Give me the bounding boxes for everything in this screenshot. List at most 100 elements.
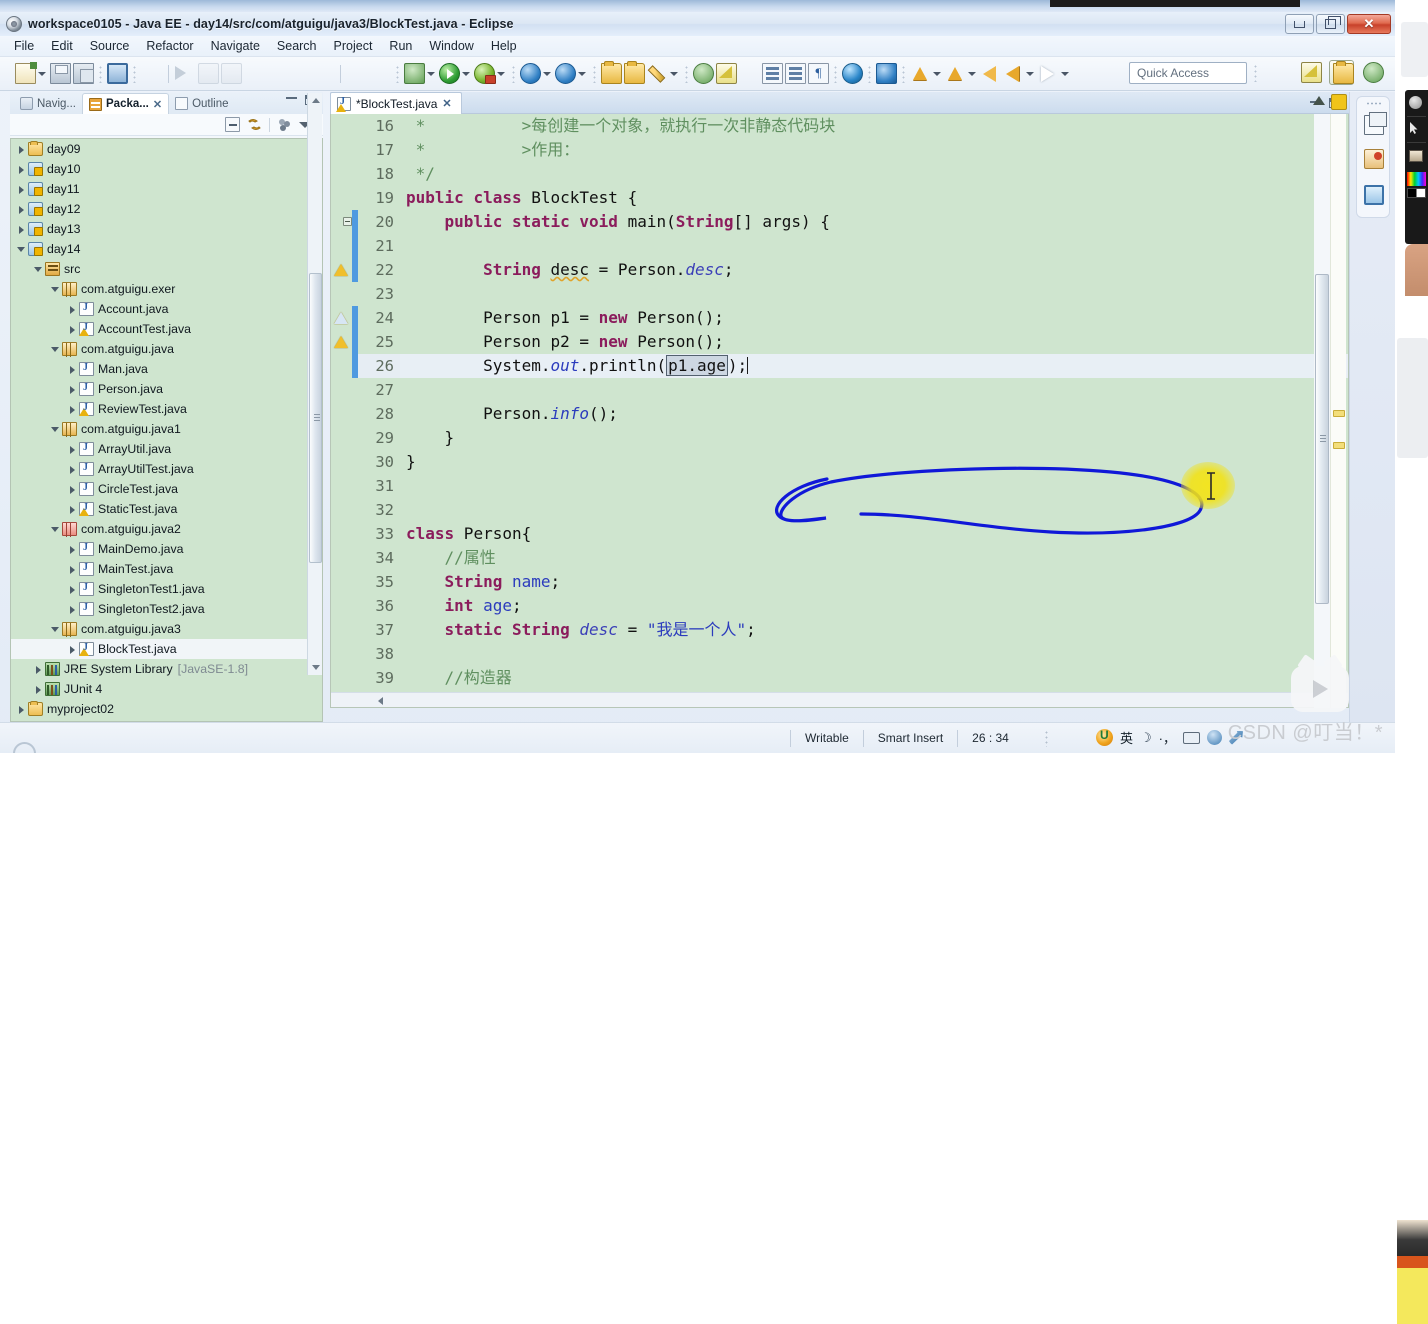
- tree-item-maindemo-java[interactable]: MainDemo.java: [11, 539, 322, 559]
- external-tools-icon[interactable]: [404, 63, 425, 84]
- terminate-icon[interactable]: [221, 63, 242, 84]
- tree-item-maintest-java[interactable]: MainTest.java: [11, 559, 322, 579]
- code-line[interactable]: [400, 234, 1348, 258]
- annotation-toolbar[interactable]: [1405, 90, 1428, 244]
- code-line[interactable]: public static void main(String[] args) {: [400, 210, 1348, 234]
- project-tree[interactable]: day09 day10 day11 day12 day13 day14 src com.atg…: [10, 138, 323, 722]
- last-edit-dropdown-icon[interactable]: [932, 63, 941, 84]
- tree-item-com-atguigu-java[interactable]: com.atguigu.java: [11, 339, 322, 359]
- tab-outline[interactable]: Outline: [169, 93, 234, 114]
- code-line[interactable]: String name;: [400, 570, 1348, 594]
- ime-moon-icon[interactable]: ☽: [1140, 730, 1152, 746]
- annotation-icon[interactable]: [716, 63, 737, 84]
- search-icon[interactable]: [555, 63, 576, 84]
- save-all-icon[interactable]: [73, 63, 94, 84]
- scroll-up-icon[interactable]: [308, 93, 323, 107]
- toggle-markers-icon[interactable]: ¶: [808, 63, 829, 84]
- open-perspective-button[interactable]: [1298, 60, 1323, 85]
- chevron-right-icon[interactable]: [66, 363, 79, 376]
- open-folder-icon[interactable]: [624, 61, 645, 84]
- chevron-down-icon[interactable]: [15, 243, 28, 256]
- overview-ruler[interactable]: [1330, 114, 1346, 708]
- warning-marker[interactable]: [1333, 410, 1345, 417]
- chevron-right-icon[interactable]: [15, 223, 28, 236]
- chevron-right-icon[interactable]: [66, 543, 79, 556]
- scrollbar-thumb[interactable]: [309, 273, 322, 563]
- menu-file[interactable]: File: [14, 39, 34, 53]
- new-java-class-icon[interactable]: [370, 63, 391, 84]
- chevron-right-icon[interactable]: [66, 323, 79, 336]
- forward-icon[interactable]: [1038, 63, 1059, 84]
- brush-icon[interactable]: [1409, 96, 1422, 109]
- minimize-view-icon[interactable]: [286, 97, 297, 99]
- new-wizard-dropdown-icon[interactable]: [37, 63, 46, 84]
- toolbar-handle[interactable]: [396, 64, 399, 83]
- code-line[interactable]: [400, 642, 1348, 666]
- tree-item-arrayutil-java[interactable]: ArrayUtil.java: [11, 439, 322, 459]
- java-ee-perspective-button[interactable]: [1329, 60, 1354, 85]
- tree-item-person-java[interactable]: Person.java: [11, 379, 322, 399]
- debug-dropdown-icon[interactable]: [496, 63, 505, 84]
- toolbar-handle[interactable]: [1254, 64, 1257, 82]
- debug-perspective-button[interactable]: [1360, 60, 1385, 85]
- code-line[interactable]: //构造器: [400, 666, 1348, 690]
- chevron-right-icon[interactable]: [66, 463, 79, 476]
- coverage-dropdown-icon[interactable]: [542, 63, 551, 84]
- chevron-right-icon[interactable]: [66, 563, 79, 576]
- code-line[interactable]: class Person{: [400, 522, 1348, 546]
- tree-item-day14[interactable]: day14: [11, 239, 322, 259]
- toolbar-handle[interactable]: [902, 64, 905, 83]
- tree-item-arrayutiltest-java[interactable]: ArrayUtilTest.java: [11, 459, 322, 479]
- export-icon[interactable]: [876, 63, 897, 84]
- chevron-down-icon[interactable]: [32, 263, 45, 276]
- status-handle[interactable]: [1044, 729, 1048, 747]
- shape-tool-icon[interactable]: [1409, 150, 1423, 162]
- tree-item-reviewtest-java[interactable]: ReviewTest.java: [11, 399, 322, 419]
- chevron-down-icon[interactable]: [49, 343, 62, 356]
- chevron-right-icon[interactable]: [15, 703, 28, 716]
- tree-item-myproject02[interactable]: myproject02: [11, 699, 322, 719]
- menu-run[interactable]: Run: [389, 39, 412, 53]
- menu-refactor[interactable]: Refactor: [146, 39, 193, 53]
- tree-item-day13[interactable]: day13: [11, 219, 322, 239]
- tree-item-com-atguigu-java3[interactable]: com.atguigu.java3: [11, 619, 322, 639]
- menu-help[interactable]: Help: [491, 39, 517, 53]
- step-into-icon[interactable]: [244, 63, 265, 84]
- code-line[interactable]: System.out.println(p1.age);: [400, 354, 1348, 378]
- warning-marker-icon[interactable]: [333, 335, 348, 349]
- drop-to-frame-icon[interactable]: [313, 63, 334, 84]
- back-dropdown-icon[interactable]: [1025, 63, 1034, 84]
- new-wizard-icon[interactable]: [15, 62, 37, 84]
- tab-navigator[interactable]: Navig...: [14, 93, 82, 114]
- code-line[interactable]: }: [400, 426, 1348, 450]
- chevron-down-icon[interactable]: [49, 523, 62, 536]
- code-line[interactable]: Person p1 = new Person();: [400, 306, 1348, 330]
- toolbox-icon[interactable]: [1207, 730, 1222, 745]
- link-with-editor-icon[interactable]: [247, 117, 262, 132]
- chevron-right-icon[interactable]: [66, 503, 79, 516]
- next-edit-icon[interactable]: [739, 63, 760, 84]
- chevron-right-icon[interactable]: [15, 143, 28, 156]
- tree-item-jre-system-library[interactable]: JRE System Library [JavaSE-1.8]: [11, 659, 322, 679]
- quick-access-input[interactable]: Quick Access: [1129, 62, 1247, 84]
- restore-window-icon[interactable]: [1364, 112, 1387, 135]
- pencil-icon[interactable]: [647, 63, 668, 84]
- debug-icon[interactable]: [474, 63, 496, 84]
- open-type-icon[interactable]: [347, 63, 368, 84]
- previous-annotation-icon[interactable]: [693, 63, 714, 84]
- pointer-icon[interactable]: [1409, 122, 1418, 134]
- search-dropdown-icon[interactable]: [577, 63, 586, 84]
- menu-window[interactable]: Window: [429, 39, 473, 53]
- minimize-button[interactable]: [1285, 14, 1314, 34]
- scroll-down-icon[interactable]: [308, 661, 323, 675]
- chevron-right-icon[interactable]: [66, 583, 79, 596]
- collapse-fold-icon[interactable]: [343, 217, 352, 226]
- chevron-right-icon[interactable]: [66, 383, 79, 396]
- menu-search[interactable]: Search: [277, 39, 317, 53]
- code-line[interactable]: * >作用：: [400, 138, 1348, 162]
- tree-item-accounttest-java[interactable]: AccountTest.java: [11, 319, 322, 339]
- ime-language-label[interactable]: 英: [1120, 728, 1133, 747]
- editor-status-marker-icon[interactable]: [1331, 94, 1347, 110]
- chevron-right-icon[interactable]: [15, 163, 28, 176]
- coverage-icon[interactable]: [520, 63, 541, 84]
